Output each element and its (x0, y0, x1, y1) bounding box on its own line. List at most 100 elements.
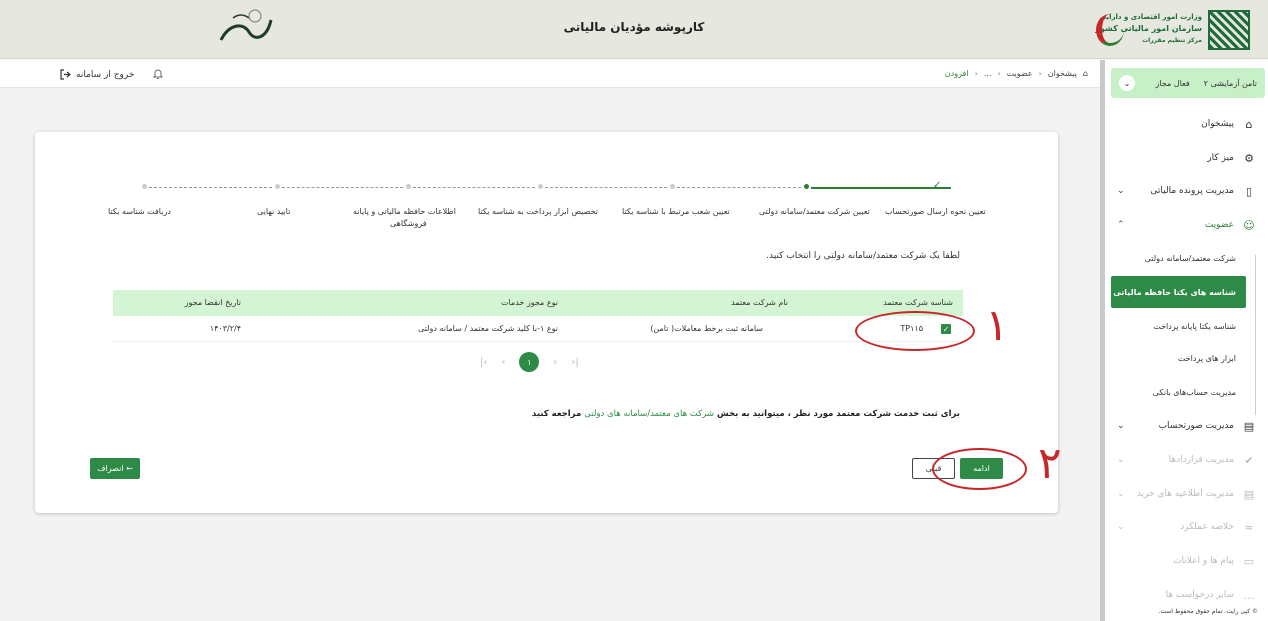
user-profile[interactable]: تامن آزمایشی ۲ فعال مجاز ⌄ (1111, 68, 1265, 98)
sidebar-item-label: مدیریت پرونده مالیاتی (1150, 186, 1234, 196)
annotation-number-1: ۱ (985, 300, 1009, 351)
trusted-companies-link[interactable]: شرکت های معتمد/سامانه های دولتی (584, 409, 714, 419)
flag-icon (1096, 14, 1124, 46)
sidebar-item-label: پیشخوان (1201, 119, 1234, 129)
next-page-icon[interactable]: › (553, 357, 557, 368)
col-company-name: نام شرکت معتمد (731, 298, 788, 307)
sidebar-item-summary[interactable]: ≈ خلاصه عملکرد ⌄ (1105, 513, 1268, 541)
page-title: کارپوشه مؤدیان مالیاتی (563, 20, 705, 34)
sidebar-item-purchase[interactable]: ▤ مدیریت اطلاعیه های خرید ⌄ (1105, 480, 1268, 508)
step-dot-current (804, 184, 809, 189)
submenu-bank-accounts[interactable]: مدیریت حساب‌های بانکی (1111, 378, 1246, 406)
pagination: |‹ ‹ ۱ › ›| (480, 352, 579, 372)
file-icon: ▯ (1245, 184, 1253, 198)
sidebar: تامن آزمایشی ۲ فعال مجاز ⌄ ⌂ پیشخوان ⚙ میز… (1100, 60, 1268, 621)
workdesk-icon: ⚙ (1244, 151, 1254, 165)
step-dot (275, 184, 280, 189)
chevron-down-icon: ⌄ (1117, 421, 1125, 431)
sidebar-item-workdesk[interactable]: ⚙ میز کار (1105, 144, 1268, 172)
sidebar-item-label: سایر درخواست ها (1165, 590, 1234, 600)
cell-license-type: نوع ۱-با کلید شرکت معتمد / سامانه دولتی (417, 324, 558, 333)
step-5-label-cont: فروشگاهی (390, 219, 427, 228)
instruction-text: لطفا یک شرکت معتمد/سامانه دولتی را انتخا… (766, 251, 960, 261)
user-icon: ☺ (1243, 218, 1255, 232)
note-suffix: مراجعه کنید (531, 409, 582, 419)
chevron-icon: ‹ (997, 69, 1001, 78)
cancel-button[interactable]: انصراف ← (90, 458, 140, 479)
cancel-label: انصراف (97, 464, 124, 473)
invoice-icon: ▤ (1243, 419, 1255, 433)
logo-line-3: مرکز تنظیم مقررات (1142, 37, 1202, 44)
col-license-type: نوع مجوز خدمات (500, 298, 558, 307)
sidebar-item-label: مدیریت قراردادها (1168, 455, 1234, 465)
sidebar-item-label: پیام ها و اعلانات (1173, 556, 1234, 566)
step-dot (670, 184, 675, 189)
last-page-icon[interactable]: ›| (571, 357, 578, 368)
sidebar-item-membership[interactable]: ☺ عضویت ⌃ (1105, 211, 1268, 239)
user-status: فعال مجاز (1155, 78, 1190, 88)
user-name: تامن آزمایشی ۲ (1203, 78, 1257, 88)
cell-company-name: سامانه ثبت برخط معاملات( تامن) (650, 324, 763, 333)
company-table: شناسه شرکت معتمد نام شرکت معتمد نوع مجوز… (113, 290, 963, 342)
step-line (677, 187, 801, 188)
chart-icon: ≈ (1244, 520, 1254, 534)
step-7-label: دریافت شناسه یکتا (108, 207, 171, 216)
submenu-trusted-company[interactable]: شرکت معتمد/سامانه دولتی (1111, 244, 1246, 272)
submenu-payment-tools[interactable]: ابزار های پرداخت (1111, 344, 1246, 372)
chevron-icon: ‹ (974, 69, 978, 78)
help-note: برای ثبت خدمت شرکت معتمد مورد نظر ، میتو… (532, 409, 960, 419)
annotation-circle-2 (932, 448, 1027, 490)
sidebar-item-label: عضویت (1204, 220, 1234, 230)
chevron-down-icon[interactable]: ⌄ (1119, 75, 1135, 91)
sidebar-item-messages[interactable]: ▭ پیام ها و اعلانات (1105, 547, 1268, 575)
submenu-divider (1255, 255, 1256, 415)
step-dot (538, 184, 543, 189)
copyright: © کپی رایت. تمام حقوق محفوظ است. (1158, 608, 1258, 615)
first-page-icon[interactable]: |‹ (480, 357, 487, 368)
cell-expiry: ۱۴۰۳/۲/۴ (209, 324, 241, 333)
submenu-memory-ids[interactable]: شناسه های یکتا حافظه مالیاتی (1111, 276, 1246, 308)
chevron-down-icon: ⌄ (1117, 522, 1125, 532)
app-header: کارپوشه مؤدیان مالیاتی وزارت امور اقتصاد… (0, 0, 1268, 59)
submenu-terminal-id[interactable]: شناسه یکتا پایانه پرداخت (1111, 312, 1246, 340)
arrow-left-icon: ← (126, 464, 133, 473)
sidebar-item-label: مدیریت صورتحساب (1158, 421, 1234, 431)
check-icon: ✓ (933, 180, 942, 191)
chevron-down-icon: ⌄ (1117, 489, 1125, 499)
sidebar-item-invoices[interactable]: ▤ مدیریت صورتحساب ⌄ (1105, 412, 1268, 440)
breadcrumb-membership[interactable]: عضویت (1007, 69, 1033, 78)
chevron-up-icon: ⌃ (1117, 220, 1125, 230)
table-row[interactable]: ✓ TP۱۱۵ سامانه ثبت برخط معاملات( تامن) ن… (113, 316, 963, 342)
step-5-label: اطلاعات حافظه مالیاتی و پایانه (353, 207, 456, 216)
step-dot (142, 184, 147, 189)
chevron-down-icon: ⌄ (1117, 186, 1125, 196)
step-dot (406, 184, 411, 189)
annotation-circle-1 (855, 311, 975, 351)
table-header: شناسه شرکت معتمد نام شرکت معتمد نوع مجوز… (113, 290, 963, 316)
chevron-down-icon: ⌄ (1117, 455, 1125, 465)
purchase-icon: ▤ (1243, 487, 1255, 501)
note-prefix: برای ثبت خدمت شرکت معتمد مورد نظر ، میتو… (717, 409, 960, 419)
step-line (282, 187, 403, 188)
col-expiry: تاریخ انقضا مجوز (184, 298, 241, 307)
step-3-label: تعیین شعب مرتبط با شناسه یکتا (622, 207, 730, 216)
sidebar-item-label: مدیریت اطلاعیه های خرید (1136, 489, 1234, 499)
logout-icon (60, 69, 71, 80)
step-line (545, 187, 667, 188)
bell-icon[interactable] (152, 68, 164, 80)
contract-icon: ✔ (1244, 453, 1254, 467)
sidebar-item-other-requests[interactable]: … سایر درخواست ها (1105, 581, 1268, 609)
emblem-icon (1208, 10, 1250, 50)
step-line (413, 187, 535, 188)
stepper: ✓ تعیین نحوه ارسال صورتحساب تعیین شرکت م… (35, 132, 1058, 242)
logout-button[interactable]: خروج از سامانه (60, 69, 134, 80)
sidebar-item-contracts[interactable]: ✔ مدیریت قراردادها ⌄ (1105, 446, 1268, 474)
page-button[interactable]: ۱ (519, 352, 540, 372)
home-icon[interactable]: ⌂ (1083, 69, 1088, 78)
breadcrumb-ellipsis[interactable]: ... (984, 69, 992, 78)
sidebar-item-tax-file[interactable]: ▯ مدیریت پرونده مالیاتی ⌄ (1105, 177, 1268, 205)
sidebar-item-dashboard[interactable]: ⌂ پیشخوان (1105, 110, 1268, 138)
prev-page-icon[interactable]: ‹ (501, 357, 505, 368)
breadcrumb-dashboard[interactable]: پیشخوان (1048, 69, 1077, 78)
step-2-label: تعیین شرکت معتمد/سامانه دولتی (759, 207, 870, 216)
